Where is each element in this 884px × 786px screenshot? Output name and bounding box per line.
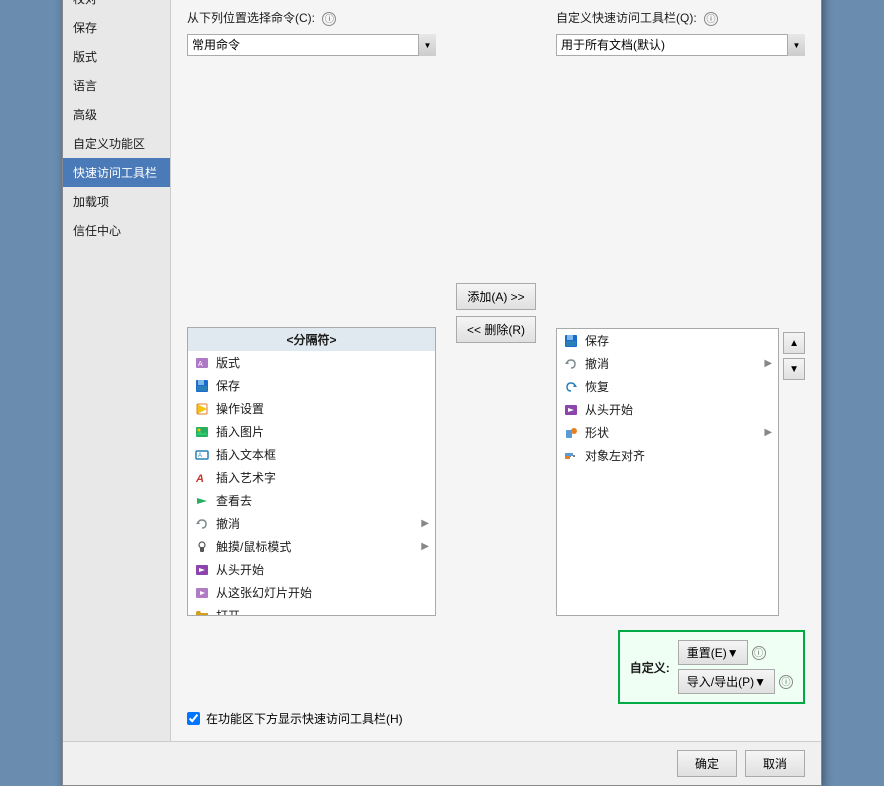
right-column: 自定义快速访问工具栏(Q): ⓘ 用于所有文档(默认) ▼ xyxy=(556,9,805,616)
svg-text:A: A xyxy=(198,453,202,459)
sidebar-item-trust-center[interactable]: 信任中心 xyxy=(63,216,170,245)
scroll-down-button[interactable]: ▼ xyxy=(783,358,805,380)
right-redo-icon xyxy=(563,379,579,395)
sidebar-item-quick-access[interactable]: 快速访问工具栏 xyxy=(63,158,170,187)
list-item-from-slide[interactable]: 从这张幻灯片开始 xyxy=(188,581,435,604)
open-icon xyxy=(194,608,210,617)
list-item-save[interactable]: 保存 xyxy=(188,374,435,397)
dialog-footer: 确定 取消 xyxy=(63,741,821,785)
main-content: 自定义快速访问工具栏。 从下列位置选择命令(C): ⓘ 常用命令 ▼ xyxy=(171,0,821,741)
customize-label: 自定义: xyxy=(630,659,670,676)
list-item-format[interactable]: A 版式 xyxy=(188,351,435,374)
sidebar: 常规 校对 保存 版式 语言 高级 自定义功能区 快速访问工具栏 加载项 信任中… xyxy=(63,0,171,741)
dialog-body: 常规 校对 保存 版式 语言 高级 自定义功能区 快速访问工具栏 加载项 信任中… xyxy=(63,0,821,741)
textbox-icon: A xyxy=(194,447,210,463)
importexport-info-icon[interactable]: ⓘ xyxy=(779,675,793,689)
right-shape-arrow: ▶ xyxy=(764,427,772,438)
ok-button[interactable]: 确定 xyxy=(677,750,737,777)
left-column: 从下列位置选择命令(C): ⓘ 常用命令 ▼ <分隔符> xyxy=(187,9,436,616)
scroll-up-button[interactable]: ▲ xyxy=(783,332,805,354)
sidebar-item-addins[interactable]: 加载项 xyxy=(63,187,170,216)
right-shape-icon xyxy=(563,425,579,441)
mid-buttons: 添加(A) >> << 删除(R) xyxy=(450,9,542,616)
left-dropdown-label: 从下列位置选择命令(C): ⓘ xyxy=(187,9,436,26)
right-item-fromstart[interactable]: 从头开始 xyxy=(557,398,778,421)
touch-icon xyxy=(194,539,210,555)
right-save-icon xyxy=(563,333,579,349)
checkbox-row: 在功能区下方显示快速访问工具栏(H) xyxy=(187,710,805,727)
left-dropdown-wrapper: 常用命令 ▼ xyxy=(187,34,436,321)
reset-info-icon[interactable]: ⓘ xyxy=(752,646,766,660)
import-export-row: 导入/导出(P)▼ ⓘ xyxy=(678,669,793,694)
right-item-align[interactable]: 对象左对齐 xyxy=(557,444,778,467)
list-item-insert-textbox[interactable]: A 插入文本框 xyxy=(188,443,435,466)
svg-text:A: A xyxy=(195,473,204,485)
list-item-touch[interactable]: 触摸/鼠标模式 ▶ xyxy=(188,535,435,558)
remove-button[interactable]: << 删除(R) xyxy=(456,316,536,343)
list-item-action[interactable]: 操作设置 xyxy=(188,397,435,420)
sidebar-item-layout[interactable]: 版式 xyxy=(63,42,170,71)
left-info-icon[interactable]: ⓘ xyxy=(322,12,336,26)
reset-row: 重置(E)▼ ⓘ xyxy=(678,640,793,665)
view-icon xyxy=(194,493,210,509)
list-item-undo[interactable]: 撤消 ▶ xyxy=(188,512,435,535)
right-item-save[interactable]: 保存 xyxy=(557,329,778,352)
wordart-icon: A xyxy=(194,470,210,486)
right-dropdown-label: 自定义快速访问工具栏(Q): ⓘ xyxy=(556,9,805,26)
reset-button[interactable]: 重置(E)▼ xyxy=(678,640,748,665)
left-commands-list[interactable]: <分隔符> A 版式 xyxy=(187,327,436,616)
right-undo-icon xyxy=(563,356,579,372)
list-item-insert-wordart[interactable]: A 插入艺术字 xyxy=(188,466,435,489)
fromslide-icon xyxy=(194,585,210,601)
bottom-area: 自定义: 重置(E)▼ ⓘ 导入/导出(P)▼ ⓘ xyxy=(187,630,805,727)
right-scroll-buttons: ▲ ▼ xyxy=(783,328,805,616)
show-below-ribbon-label: 在功能区下方显示快速访问工具栏(H) xyxy=(206,710,403,727)
right-align-icon xyxy=(563,448,579,464)
list-item-open[interactable]: 打开 xyxy=(188,604,435,616)
list-item-from-start[interactable]: 从头开始 xyxy=(188,558,435,581)
sidebar-item-advanced[interactable]: 高级 xyxy=(63,100,170,129)
right-item-undo[interactable]: 撤消 ▶ xyxy=(557,352,778,375)
dialog-window: P PowerPoint 选项 ? ✕ 常规 校对 保存 版式 语言 高级 自定… xyxy=(62,0,822,786)
import-export-button[interactable]: 导入/导出(P)▼ xyxy=(678,669,775,694)
show-below-ribbon-checkbox[interactable] xyxy=(187,712,200,725)
right-item-redo[interactable]: 恢复 xyxy=(557,375,778,398)
sidebar-item-proofing[interactable]: 校对 xyxy=(63,0,170,13)
customize-section: 自定义: 重置(E)▼ ⓘ 导入/导出(P)▼ ⓘ xyxy=(618,630,805,704)
list-item-separator[interactable]: <分隔符> xyxy=(188,328,435,351)
undo-icon xyxy=(194,516,210,532)
save-icon xyxy=(194,378,210,394)
sidebar-item-customize-ribbon[interactable]: 自定义功能区 xyxy=(63,129,170,158)
right-dropdown-wrapper: 用于所有文档(默认) ▼ xyxy=(556,34,805,322)
fromstart-icon xyxy=(194,562,210,578)
add-button[interactable]: 添加(A) >> xyxy=(456,283,536,310)
right-dropdown[interactable]: 用于所有文档(默认) xyxy=(556,34,805,56)
list-item-view[interactable]: 查看去 xyxy=(188,489,435,512)
right-commands-list[interactable]: 保存 撤消 ▶ xyxy=(556,328,779,616)
svg-text:A: A xyxy=(198,361,203,368)
format-icon: A xyxy=(194,355,210,371)
right-item-shape[interactable]: 形状 ▶ xyxy=(557,421,778,444)
right-info-icon[interactable]: ⓘ xyxy=(704,12,718,26)
action-icon xyxy=(194,401,210,417)
undo-arrow: ▶ xyxy=(421,518,429,529)
picture-icon xyxy=(194,424,210,440)
list-item-insert-picture[interactable]: 插入图片 xyxy=(188,420,435,443)
two-column-layout: 从下列位置选择命令(C): ⓘ 常用命令 ▼ <分隔符> xyxy=(187,9,805,616)
cancel-button[interactable]: 取消 xyxy=(745,750,805,777)
sidebar-item-save[interactable]: 保存 xyxy=(63,13,170,42)
right-fromstart-icon xyxy=(563,402,579,418)
sidebar-item-language[interactable]: 语言 xyxy=(63,71,170,100)
right-undo-arrow: ▶ xyxy=(764,358,772,369)
left-dropdown[interactable]: 常用命令 xyxy=(187,34,436,56)
customize-buttons: 重置(E)▼ ⓘ 导入/导出(P)▼ ⓘ xyxy=(678,640,793,694)
touch-arrow: ▶ xyxy=(421,541,429,552)
